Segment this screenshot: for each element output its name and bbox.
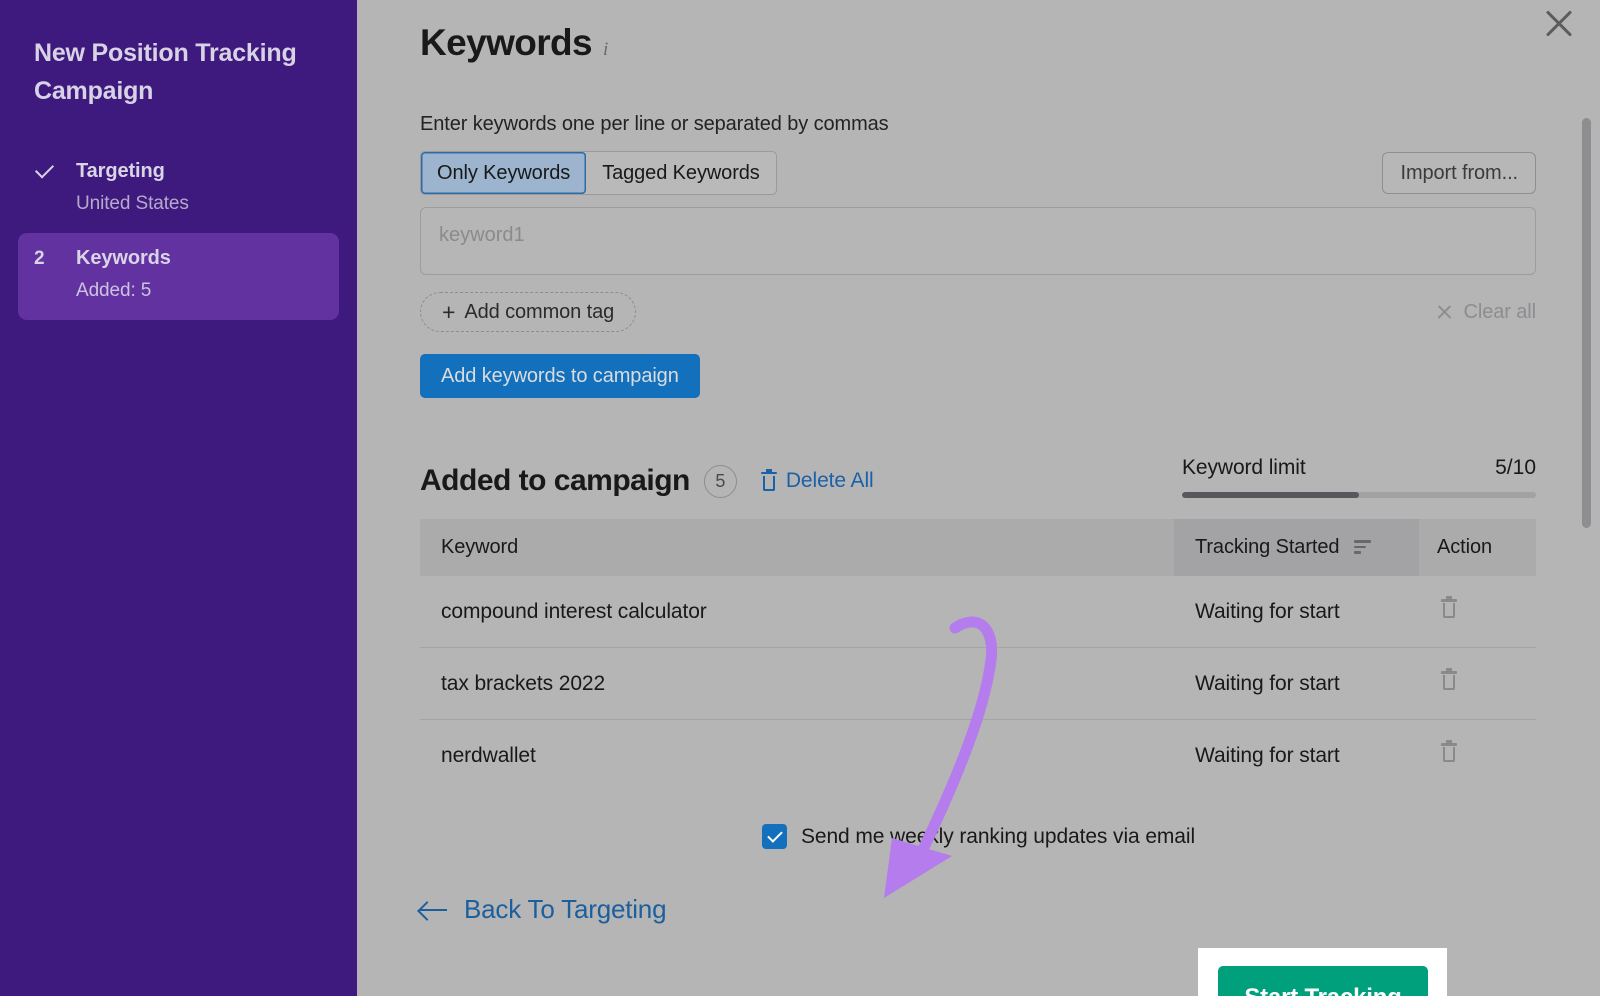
back-to-targeting-label: Back To Targeting — [464, 894, 666, 925]
step-keywords-label: Keywords — [76, 247, 171, 270]
sidebar-step-targeting[interactable]: Targeting United States — [18, 146, 339, 233]
delete-all-label: Delete All — [786, 469, 874, 493]
row-delete-icon[interactable] — [1441, 599, 1457, 618]
cell-action — [1419, 720, 1536, 792]
cell-action — [1419, 576, 1536, 648]
column-header-tracking-started[interactable]: Tracking Started — [1174, 519, 1419, 576]
tag-row: + Add common tag Clear all — [420, 292, 1536, 332]
add-keywords-to-campaign-button[interactable]: Add keywords to campaign — [420, 354, 700, 398]
cell-action — [1419, 648, 1536, 720]
trash-icon — [761, 472, 777, 491]
step-complete-check-icon — [34, 161, 76, 183]
tab-only-keywords[interactable]: Only Keywords — [421, 152, 586, 194]
keyword-limit-value: 5/10 — [1495, 456, 1536, 480]
added-count-badge: 5 — [704, 465, 737, 498]
step-targeting-label: Targeting — [76, 160, 165, 183]
weekly-updates-row: Send me weekly ranking updates via email — [357, 824, 1600, 849]
page-title-text: Keywords — [420, 22, 592, 64]
keywords-input[interactable] — [420, 207, 1536, 275]
added-to-campaign-title: Added to campaign — [420, 464, 690, 498]
keyword-mode-segmented-control: Only Keywords Tagged Keywords — [420, 151, 777, 195]
column-header-tracking-started-label: Tracking Started — [1195, 536, 1339, 558]
input-mode-row: Only Keywords Tagged Keywords Import fro… — [420, 151, 1536, 195]
delete-all-button[interactable]: Delete All — [761, 469, 874, 493]
sort-icon[interactable] — [1354, 540, 1371, 554]
position-tracking-campaign-modal: New Position Tracking Campaign Targeting… — [0, 0, 1600, 996]
step-keywords-head: 2 Keywords — [34, 247, 323, 270]
table-row: compound interest calculatorWaiting for … — [420, 576, 1536, 648]
footer-actions: Back To Targeting Start Tracking — [357, 872, 1600, 972]
column-header-action: Action — [1419, 519, 1536, 576]
cell-tracking-started: Waiting for start — [1174, 576, 1419, 648]
tab-tagged-keywords[interactable]: Tagged Keywords — [586, 152, 776, 194]
step-keywords-sub: Added: 5 — [34, 280, 323, 302]
added-to-campaign-bar: Added to campaign 5 Delete All Keyword l… — [420, 456, 1536, 498]
keyword-limit-label: Keyword limit — [1182, 456, 1306, 480]
step-targeting-sub: United States — [34, 193, 323, 215]
clear-all-button[interactable]: Clear all — [1436, 301, 1536, 324]
cell-keyword: nerdwallet — [420, 720, 1174, 792]
clear-all-label: Clear all — [1464, 301, 1536, 324]
added-to-campaign-left: Added to campaign 5 Delete All — [420, 464, 874, 498]
cell-keyword: compound interest calculator — [420, 576, 1174, 648]
row-delete-icon[interactable] — [1441, 743, 1457, 762]
step-number: 2 — [34, 248, 76, 270]
keywords-table-body: compound interest calculatorWaiting for … — [420, 576, 1536, 792]
step-targeting-head: Targeting — [34, 160, 323, 183]
keyword-limit-fill — [1182, 492, 1359, 498]
helper-text: Enter keywords one per line or separated… — [420, 113, 1536, 136]
plus-icon: + — [442, 301, 455, 324]
column-header-keyword[interactable]: Keyword — [420, 519, 1174, 576]
table-row: nerdwalletWaiting for start — [420, 720, 1536, 792]
info-icon[interactable]: i — [603, 39, 608, 61]
sidebar-step-keywords[interactable]: 2 Keywords Added: 5 — [18, 233, 339, 320]
add-common-tag-button[interactable]: + Add common tag — [420, 292, 636, 332]
close-icon[interactable] — [1536, 0, 1582, 46]
keywords-content: Keywords i Enter keywords one per line o… — [357, 0, 1600, 792]
keywords-table-head: Keyword Tracking Started Action — [420, 519, 1536, 576]
page-title: Keywords i — [420, 22, 1536, 64]
table-header-row: Keyword Tracking Started Action — [420, 519, 1536, 576]
cell-keyword: tax brackets 2022 — [420, 648, 1174, 720]
import-from-button[interactable]: Import from... — [1382, 152, 1536, 194]
campaign-wizard-sidebar: New Position Tracking Campaign Targeting… — [0, 0, 357, 996]
back-to-targeting-link[interactable]: Back To Targeting — [420, 894, 666, 925]
arrow-left-icon — [420, 900, 448, 920]
weekly-updates-label: Send me weekly ranking updates via email — [801, 825, 1195, 849]
keyword-limit-top: Keyword limit 5/10 — [1182, 456, 1536, 480]
campaign-title: New Position Tracking Campaign — [18, 28, 339, 110]
row-delete-icon[interactable] — [1441, 671, 1457, 690]
vertical-scrollbar[interactable] — [1582, 118, 1591, 528]
keyword-limit: Keyword limit 5/10 — [1182, 456, 1536, 498]
keyword-limit-track — [1182, 492, 1536, 498]
clear-icon — [1436, 304, 1453, 321]
add-common-tag-label: Add common tag — [464, 301, 614, 324]
table-row: tax brackets 2022Waiting for start — [420, 648, 1536, 720]
cell-tracking-started: Waiting for start — [1174, 720, 1419, 792]
cell-tracking-started: Waiting for start — [1174, 648, 1419, 720]
start-tracking-button[interactable]: Start Tracking — [1218, 966, 1428, 996]
modal-footer: Send me weekly ranking updates via email… — [357, 788, 1600, 996]
keywords-table: Keyword Tracking Started Action compound… — [420, 519, 1536, 792]
weekly-updates-checkbox[interactable] — [762, 824, 787, 849]
keywords-panel: Keywords i Enter keywords one per line o… — [357, 0, 1600, 996]
